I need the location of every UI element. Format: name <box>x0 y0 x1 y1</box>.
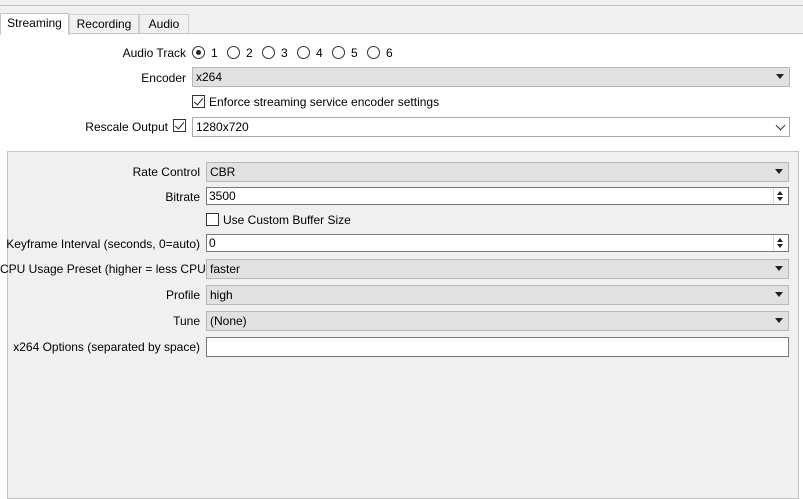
audio-track-radio-2[interactable] <box>227 46 240 59</box>
encoder-label: Encoder <box>141 71 186 85</box>
dropdown-arrow-icon <box>775 169 783 174</box>
enforce-settings-checkbox[interactable] <box>192 95 205 108</box>
encoder-value: x264 <box>196 70 223 84</box>
audio-track-radio-5[interactable] <box>332 46 345 59</box>
cpu-preset-select[interactable]: faster <box>206 259 789 279</box>
spin-down-icon[interactable] <box>777 197 783 201</box>
bitrate-value: 3500 <box>209 189 236 203</box>
x264-options-input[interactable] <box>206 337 789 357</box>
cpu-preset-value: faster <box>210 262 241 276</box>
audio-track-option-label: 3 <box>281 46 288 60</box>
keyframe-interval-spinbox[interactable]: 0 <box>206 234 789 252</box>
audio-track-option-label: 2 <box>246 46 253 60</box>
checkmark-icon <box>193 95 204 106</box>
tab-bar: Streaming Recording Audio <box>0 13 803 35</box>
spin-buttons[interactable] <box>773 188 788 204</box>
spin-buttons[interactable] <box>773 235 788 251</box>
rescale-resolution-value: 1280x720 <box>196 120 249 134</box>
bitrate-label: Bitrate <box>165 190 200 204</box>
profile-value: high <box>210 288 233 302</box>
enforce-settings-label: Enforce streaming service encoder settin… <box>209 95 440 109</box>
x264-options-label: x264 Options (separated by space) <box>13 340 200 354</box>
cpu-preset-label: CPU Usage Preset (higher = less CPU) <box>0 262 210 276</box>
window-top-border <box>0 5 803 6</box>
rescale-output-label: Rescale Output <box>85 120 168 134</box>
custom-buffer-label: Use Custom Buffer Size <box>223 213 351 227</box>
audio-track-radio-3[interactable] <box>262 46 275 59</box>
audio-track-option-label: 5 <box>351 46 358 60</box>
profile-label: Profile <box>165 288 200 302</box>
spin-up-icon[interactable] <box>777 238 783 242</box>
rescale-resolution-combo[interactable]: 1280x720 <box>192 117 790 137</box>
rate-control-select[interactable]: CBR <box>206 162 789 182</box>
spin-up-icon[interactable] <box>777 191 783 195</box>
tab-audio[interactable]: Audio <box>139 14 189 33</box>
rescale-output-checkbox[interactable] <box>173 119 186 132</box>
dropdown-arrow-icon <box>776 74 784 79</box>
keyframe-interval-label: Keyframe Interval (seconds, 0=auto) <box>6 237 200 251</box>
tune-value: (None) <box>210 314 247 328</box>
audio-track-radio-1[interactable] <box>192 46 205 59</box>
checkmark-icon <box>174 119 185 130</box>
dropdown-arrow-icon <box>775 266 783 271</box>
audio-track-label: Audio Track <box>122 46 186 60</box>
audio-track-radio-4[interactable] <box>297 46 310 59</box>
spin-down-icon[interactable] <box>777 244 783 248</box>
profile-select[interactable]: high <box>206 285 789 305</box>
chevron-down-icon <box>775 120 786 131</box>
dropdown-arrow-icon <box>775 318 783 323</box>
encoder-select[interactable]: x264 <box>192 67 790 87</box>
rate-control-value: CBR <box>210 165 236 179</box>
keyframe-interval-value: 0 <box>209 236 216 250</box>
rate-control-label: Rate Control <box>132 165 200 179</box>
tune-label: Tune <box>173 314 200 328</box>
dropdown-arrow-icon <box>775 292 783 297</box>
audio-track-radio-6[interactable] <box>367 46 380 59</box>
tab-streaming[interactable]: Streaming <box>0 13 69 35</box>
tab-recording[interactable]: Recording <box>69 14 139 33</box>
custom-buffer-checkbox[interactable] <box>206 213 219 226</box>
audio-track-option-label: 6 <box>386 46 393 60</box>
radio-selected-dot <box>196 50 201 55</box>
audio-track-option-label: 1 <box>211 46 218 60</box>
audio-track-option-label: 4 <box>316 46 323 60</box>
tune-select[interactable]: (None) <box>206 311 789 331</box>
bitrate-spinbox[interactable]: 3500 <box>206 187 789 205</box>
